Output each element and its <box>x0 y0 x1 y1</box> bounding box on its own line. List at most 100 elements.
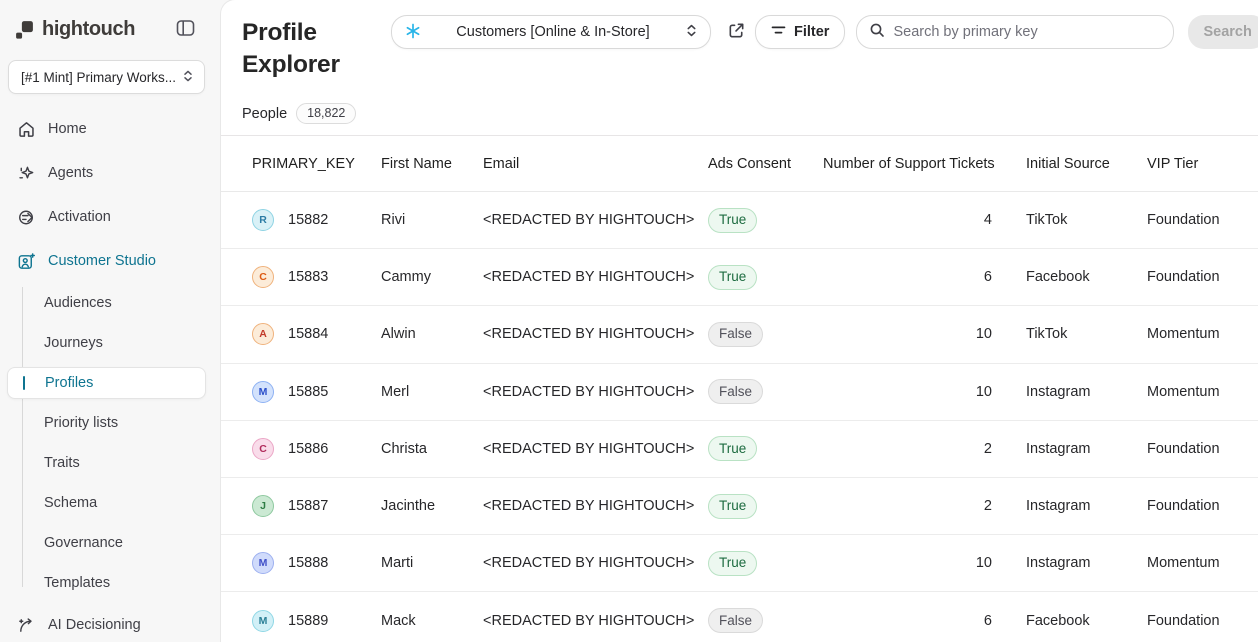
table-row[interactable]: J15887 Jacinthe <REDACTED BY HIGHTOUCH> … <box>221 478 1258 535</box>
sidebar-item-label: Priority lists <box>44 415 118 431</box>
sidebar-item-templates[interactable]: Templates <box>0 563 213 603</box>
sidebar-item-traits[interactable]: Traits <box>0 443 213 483</box>
vip-tier-value: Foundation <box>1147 441 1258 457</box>
primary-key-search <box>856 15 1174 49</box>
table-row[interactable]: C15883 Cammy <REDACTED BY HIGHTOUCH> Tru… <box>221 249 1258 306</box>
vip-tier-value: Momentum <box>1147 326 1258 342</box>
page-header: Profile Explorer Customers [Online & In-… <box>221 0 1258 81</box>
ads-consent-badge: True <box>708 436 757 461</box>
tab-people[interactable]: People <box>242 106 287 122</box>
table-row[interactable]: C15886 Christa <REDACTED BY HIGHTOUCH> T… <box>221 421 1258 478</box>
avatar: A <box>252 323 274 345</box>
initial-source-value: Instagram <box>1026 498 1147 514</box>
first-name-value: Rivi <box>381 212 483 228</box>
workspace-name: [#1 Mint] Primary Works... <box>21 70 176 85</box>
primary-key-value: 15885 <box>288 384 328 400</box>
collapse-sidebar-button[interactable] <box>174 17 197 42</box>
tab-row: People 18,822 <box>221 92 1258 136</box>
support-tickets-value: 4 <box>823 212 1026 228</box>
email-value: <REDACTED BY HIGHTOUCH> <box>483 326 708 342</box>
activation-icon <box>16 207 36 227</box>
sidebar-item-label: Templates <box>44 575 110 591</box>
support-tickets-value: 2 <box>823 498 1026 514</box>
sidebar-item-label: Audiences <box>44 295 112 311</box>
sidebar-nav: Home Agents Activation Customer Studio A… <box>0 107 213 642</box>
initial-source-value: Instagram <box>1026 555 1147 571</box>
first-name-value: Jacinthe <box>381 498 483 514</box>
sidebar-item-profiles[interactable]: Profiles <box>7 367 206 399</box>
support-tickets-value: 6 <box>823 269 1026 285</box>
primary-key-value: 15889 <box>288 613 328 629</box>
support-tickets-value: 2 <box>823 441 1026 457</box>
sidebar-item-label: Profiles <box>45 375 93 391</box>
column-header-primary-key: PRIMARY_KEY <box>252 156 381 172</box>
first-name-value: Marti <box>381 555 483 571</box>
sidebar-item-audiences[interactable]: Audiences <box>0 283 213 323</box>
sidebar-item-label: Journeys <box>44 335 103 351</box>
column-header-support-tickets: Number of Support Tickets <box>823 156 1026 172</box>
ads-consent-badge: False <box>708 608 763 633</box>
column-header-vip-tier: VIP Tier <box>1147 156 1258 172</box>
table-row[interactable]: R15882 Rivi <REDACTED BY HIGHTOUCH> True… <box>221 192 1258 249</box>
ads-consent-badge: False <box>708 379 763 404</box>
primary-key-value: 15886 <box>288 441 328 457</box>
table-row[interactable]: A 15884 Alwin <REDACTED BY HIGHTOUCH> Fal… <box>221 306 1258 363</box>
primary-key-value: 15884 <box>288 326 328 342</box>
sidebar-item-label: Schema <box>44 495 97 511</box>
parent-model-selector[interactable]: Customers [Online & In-Store] <box>391 15 711 49</box>
workspace-selector[interactable]: [#1 Mint] Primary Works... <box>8 60 205 94</box>
first-name-value: Merl <box>381 384 483 400</box>
sidebar-item-schema[interactable]: Schema <box>0 483 213 523</box>
sidebar-item-home[interactable]: Home <box>0 107 213 151</box>
sidebar-item-priority-lists[interactable]: Priority lists <box>0 403 213 443</box>
avatar: C <box>252 438 274 460</box>
search-icon <box>869 22 885 43</box>
sidebar-item-ai-decisioning[interactable]: AI Decisioning <box>0 603 213 642</box>
header-controls: Customers [Online & In-Store] Filter <box>370 15 1258 49</box>
first-name-value: Christa <box>381 441 483 457</box>
sidebar-item-governance[interactable]: Governance <box>0 523 213 563</box>
table-row[interactable]: M15889 Mack <REDACTED BY HIGHTOUCH> Fals… <box>221 592 1258 642</box>
initial-source-value: Facebook <box>1026 269 1147 285</box>
search-button[interactable]: Search <box>1188 15 1258 49</box>
sidebar-toggle-icon <box>176 19 195 40</box>
email-value: <REDACTED BY HIGHTOUCH> <box>483 498 708 514</box>
support-tickets-value: 10 <box>823 326 1026 342</box>
vip-tier-value: Foundation <box>1147 613 1258 629</box>
people-count-badge: 18,822 <box>296 103 356 124</box>
home-icon <box>16 119 36 139</box>
search-input[interactable] <box>893 24 1161 40</box>
avatar: M <box>252 552 274 574</box>
primary-key-value: 15882 <box>288 212 328 228</box>
sidebar-item-agents[interactable]: Agents <box>0 151 213 195</box>
first-name-value: Alwin <box>381 326 483 342</box>
email-value: <REDACTED BY HIGHTOUCH> <box>483 269 708 285</box>
sidebar-item-customer-studio[interactable]: Customer Studio <box>0 239 213 283</box>
email-value: <REDACTED BY HIGHTOUCH> <box>483 613 708 629</box>
profile-explorer-panel: Profile Explorer Customers [Online & In-… <box>221 0 1258 642</box>
ads-consent-badge: False <box>708 322 763 347</box>
chevron-updown-icon <box>182 69 194 86</box>
table-row[interactable]: M15885 Merl <REDACTED BY HIGHTOUCH> Fals… <box>221 364 1258 421</box>
table-header-row: PRIMARY_KEY First Name Email Ads Consent… <box>221 136 1258 192</box>
sidebar-item-activation[interactable]: Activation <box>0 195 213 239</box>
support-tickets-value: 10 <box>823 555 1026 571</box>
ads-consent-badge: True <box>708 494 757 519</box>
open-in-new-button[interactable] <box>725 19 748 45</box>
agents-icon <box>16 163 36 183</box>
vip-tier-value: Foundation <box>1147 498 1258 514</box>
primary-key-value: 15883 <box>288 269 328 285</box>
ads-consent-badge: True <box>708 551 757 576</box>
filter-button[interactable]: Filter <box>755 15 845 49</box>
sidebar-item-label: Agents <box>48 165 93 181</box>
initial-source-value: Instagram <box>1026 441 1147 457</box>
ads-consent-badge: True <box>708 208 757 233</box>
sidebar-gutter <box>213 0 221 642</box>
vip-tier-value: Momentum <box>1147 384 1258 400</box>
sidebar-item-journeys[interactable]: Journeys <box>0 323 213 363</box>
vip-tier-value: Foundation <box>1147 269 1258 285</box>
customer-studio-subnav: Audiences Journeys Profiles Priority lis… <box>0 283 213 603</box>
table-row[interactable]: M15888 Marti <REDACTED BY HIGHTOUCH> Tru… <box>221 535 1258 592</box>
ai-decisioning-icon <box>16 615 36 635</box>
avatar: R <box>252 209 274 231</box>
